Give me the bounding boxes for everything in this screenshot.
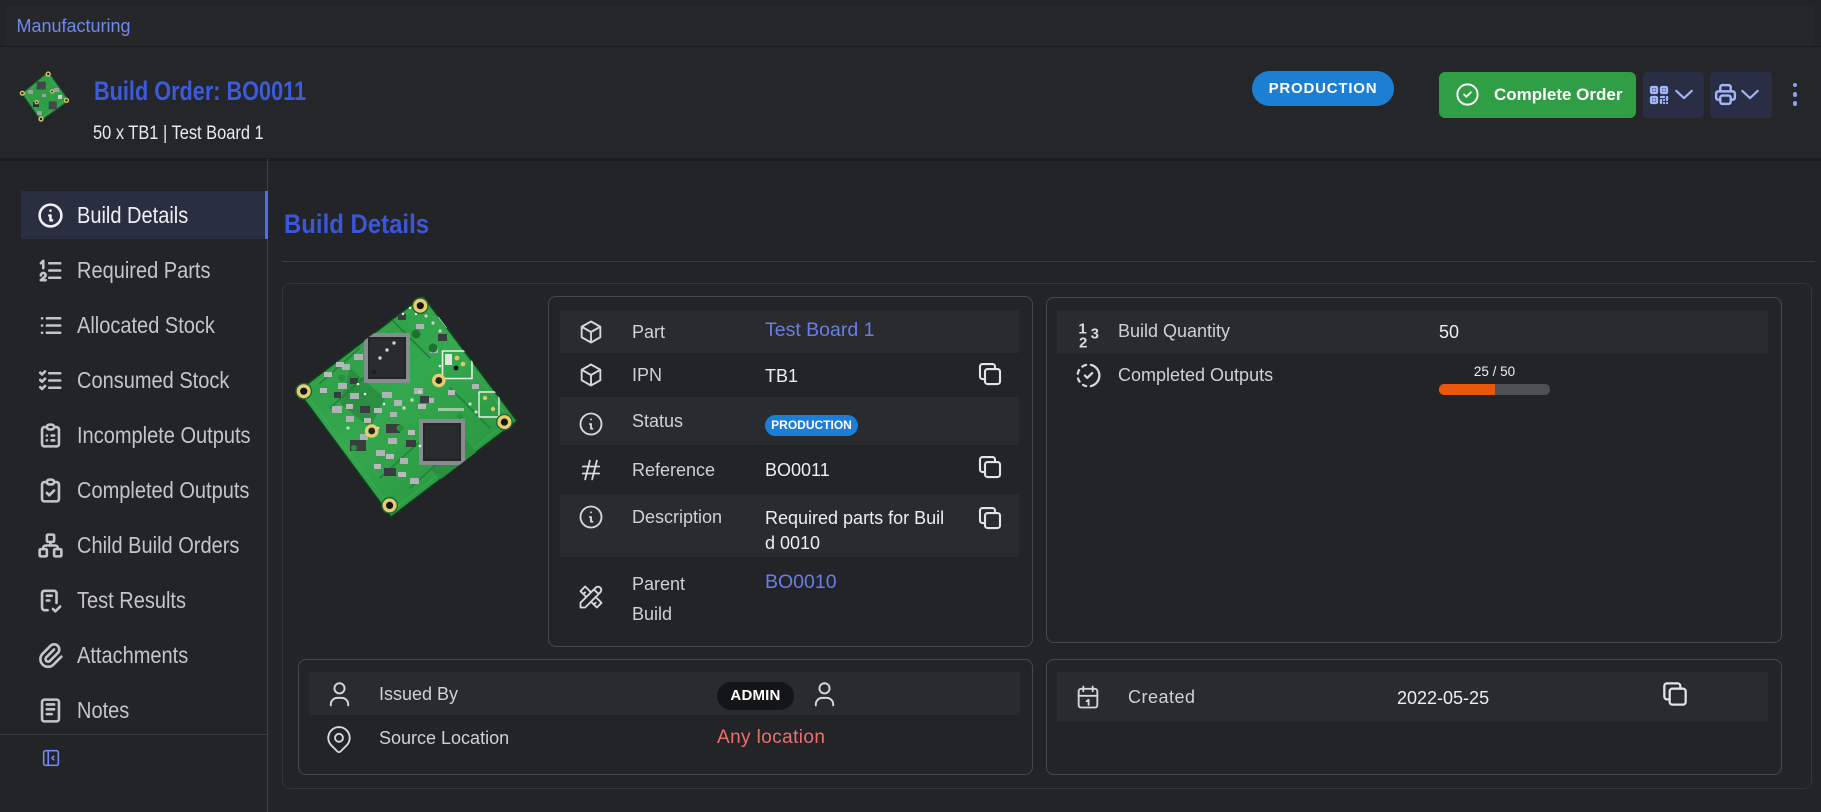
svg-text:2: 2	[1079, 335, 1087, 349]
svg-text:3: 3	[1091, 326, 1099, 343]
